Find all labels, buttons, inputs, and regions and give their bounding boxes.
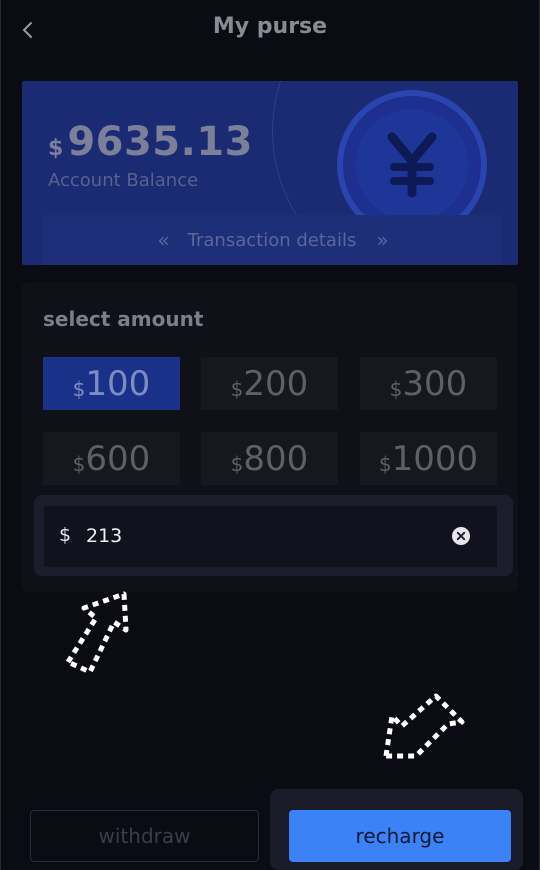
custom-amount-field: $ (34, 495, 513, 576)
amount-option-300[interactable]: $300 (360, 357, 497, 410)
amount-currency: $ (378, 451, 392, 476)
dotted-arrow-icon (383, 693, 465, 759)
header: My purse (0, 0, 540, 60)
amount-value: 600 (85, 438, 151, 479)
double-chevron-right-icon: » (376, 228, 388, 252)
amount-input[interactable] (86, 519, 446, 553)
amount-value: 1000 (391, 438, 479, 479)
amount-option-600[interactable]: $600 (43, 432, 180, 485)
dotted-arrow-icon (65, 591, 129, 675)
amount-value: 800 (243, 438, 309, 479)
input-currency: $ (59, 524, 72, 546)
amount-option-1000[interactable]: $1000 (360, 432, 497, 485)
amount-currency: $ (230, 376, 244, 401)
transaction-details-link[interactable]: « Transaction details » (42, 215, 502, 265)
amount-value: 100 (85, 363, 151, 404)
amount-value: 200 (243, 363, 309, 404)
page-title: My purse (212, 14, 328, 39)
clear-circle-icon[interactable] (451, 526, 471, 546)
balance-card: $ 9635.13 Account Balance « Transaction … (22, 81, 518, 265)
custom-amount-inner: $ (44, 506, 497, 567)
balance-amount: $ 9635.13 (48, 119, 253, 165)
transaction-details-label: Transaction details (187, 229, 357, 251)
amount-option-100[interactable]: $100 (43, 357, 180, 410)
frame-left-edge (0, 0, 1, 870)
amount-currency: $ (230, 451, 244, 476)
withdraw-button[interactable]: withdraw (30, 810, 259, 862)
amount-currency: $ (72, 376, 86, 401)
balance-currency: $ (48, 136, 64, 161)
amount-value: 300 (402, 363, 468, 404)
amount-option-200[interactable]: $200 (201, 357, 338, 410)
balance-label: Account Balance (48, 170, 199, 191)
amount-currency: $ (389, 376, 403, 401)
page: My purse $ 9635.13 Account Balance « Tra… (0, 0, 540, 870)
recharge-highlight: recharge (270, 789, 523, 870)
double-chevron-left-icon: « (157, 228, 169, 252)
amount-currency: $ (72, 451, 86, 476)
balance-value: 9635.13 (67, 119, 253, 165)
select-amount-title: select amount (43, 307, 204, 331)
recharge-button[interactable]: recharge (289, 810, 511, 862)
amount-option-800[interactable]: $800 (201, 432, 338, 485)
